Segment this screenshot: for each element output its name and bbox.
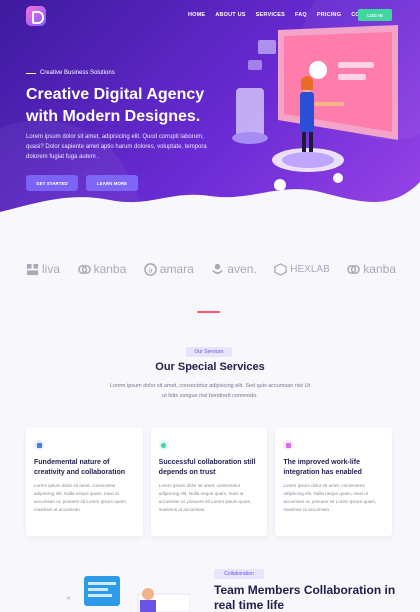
services-title: Our Special Services xyxy=(155,361,265,373)
brand-text: kanba xyxy=(93,262,127,276)
collaboration-badge: Collaboration xyxy=(214,569,264,579)
eyebrow-line xyxy=(26,72,36,74)
kanba-logo-icon xyxy=(77,264,91,274)
service-card-text: Lorem ipsum dolor sit amet, consectetur … xyxy=(34,483,127,512)
service-card-title: The improved work-life integration has e… xyxy=(283,459,362,476)
section-divider xyxy=(197,311,220,313)
services-subtitle: Lorem ipsum dolor sit amet, consectetur … xyxy=(109,383,311,399)
logo-icon[interactable] xyxy=(26,6,46,26)
brand-amara: a amara xyxy=(143,262,194,276)
brand-logos: liva kanba a amara aven. HEXLAB kanba xyxy=(26,262,396,276)
hero-wave xyxy=(0,182,420,232)
eyebrow-text: Creative Business Solutions xyxy=(40,70,115,76)
services-badge: Our Services xyxy=(186,347,232,357)
hero-section: HOME ABOUT US SERVICES FAQ PRICING CONTA… xyxy=(0,0,420,232)
svg-text:a: a xyxy=(148,265,153,274)
service-card-title: Fundemental nature of creativity and col… xyxy=(34,459,126,476)
service-card[interactable]: The improved work-life integration has e… xyxy=(275,428,393,536)
nav-item-pricing[interactable]: PRICING xyxy=(317,12,341,18)
brand-text: HEXLAB xyxy=(290,263,330,275)
hero-illustration xyxy=(232,25,398,190)
collaboration-title: Team Members Collaboration in real time … xyxy=(214,583,396,612)
brand-text: liva xyxy=(42,262,61,276)
brand-liva: liva xyxy=(26,262,60,276)
service-card-text: Lorem ipsum dolor sit amet, consectetur … xyxy=(158,483,252,512)
collaboration-illustration: ✕ xyxy=(66,576,190,612)
main-nav: HOME ABOUT US SERVICES FAQ PRICING CONTA… xyxy=(188,12,379,18)
svg-text:✕: ✕ xyxy=(66,595,71,602)
kanba-logo-icon xyxy=(347,264,361,274)
brand-hexlab: HEXLAB xyxy=(274,262,330,276)
service-card-title: Successful collaboration still depends o… xyxy=(158,459,256,476)
brand-text: aven. xyxy=(227,262,257,276)
service-card[interactable]: Successful collaboration still depends o… xyxy=(150,428,268,536)
nav-item-services[interactable]: SERVICES xyxy=(256,12,285,18)
hexlab-logo-icon xyxy=(274,262,288,276)
edit-icon xyxy=(283,440,294,450)
aven-logo-icon xyxy=(212,263,224,274)
liva-logo-icon xyxy=(26,263,39,275)
check-icon xyxy=(158,440,169,450)
amara-logo-icon: a xyxy=(143,262,157,276)
service-card-text: Lorem ipsum dolor sit amet, consectetur … xyxy=(283,483,377,512)
brand-kanba: kanba xyxy=(77,262,127,276)
nav-item-faq[interactable]: FAQ xyxy=(295,12,307,18)
hero-title: Creative Digital Agency with Modern Desi… xyxy=(26,86,205,125)
file-icon xyxy=(34,440,44,450)
hero-eyebrow: Creative Business Solutions xyxy=(26,70,115,76)
brand-text: amara xyxy=(159,262,194,276)
service-card[interactable]: Fundemental nature of creativity and col… xyxy=(26,428,143,536)
brand-aven: aven. xyxy=(211,262,257,276)
brand-kanba-2: kanba xyxy=(347,262,396,276)
nav-item-home[interactable]: HOME xyxy=(188,12,205,18)
service-cards: Fundemental nature of creativity and col… xyxy=(26,428,393,536)
brand-text: kanba xyxy=(363,262,396,276)
nav-item-about[interactable]: ABOUT US xyxy=(215,12,245,18)
hero-text: Lorem ipsum dolor sit amet, adipisicing … xyxy=(26,134,207,160)
